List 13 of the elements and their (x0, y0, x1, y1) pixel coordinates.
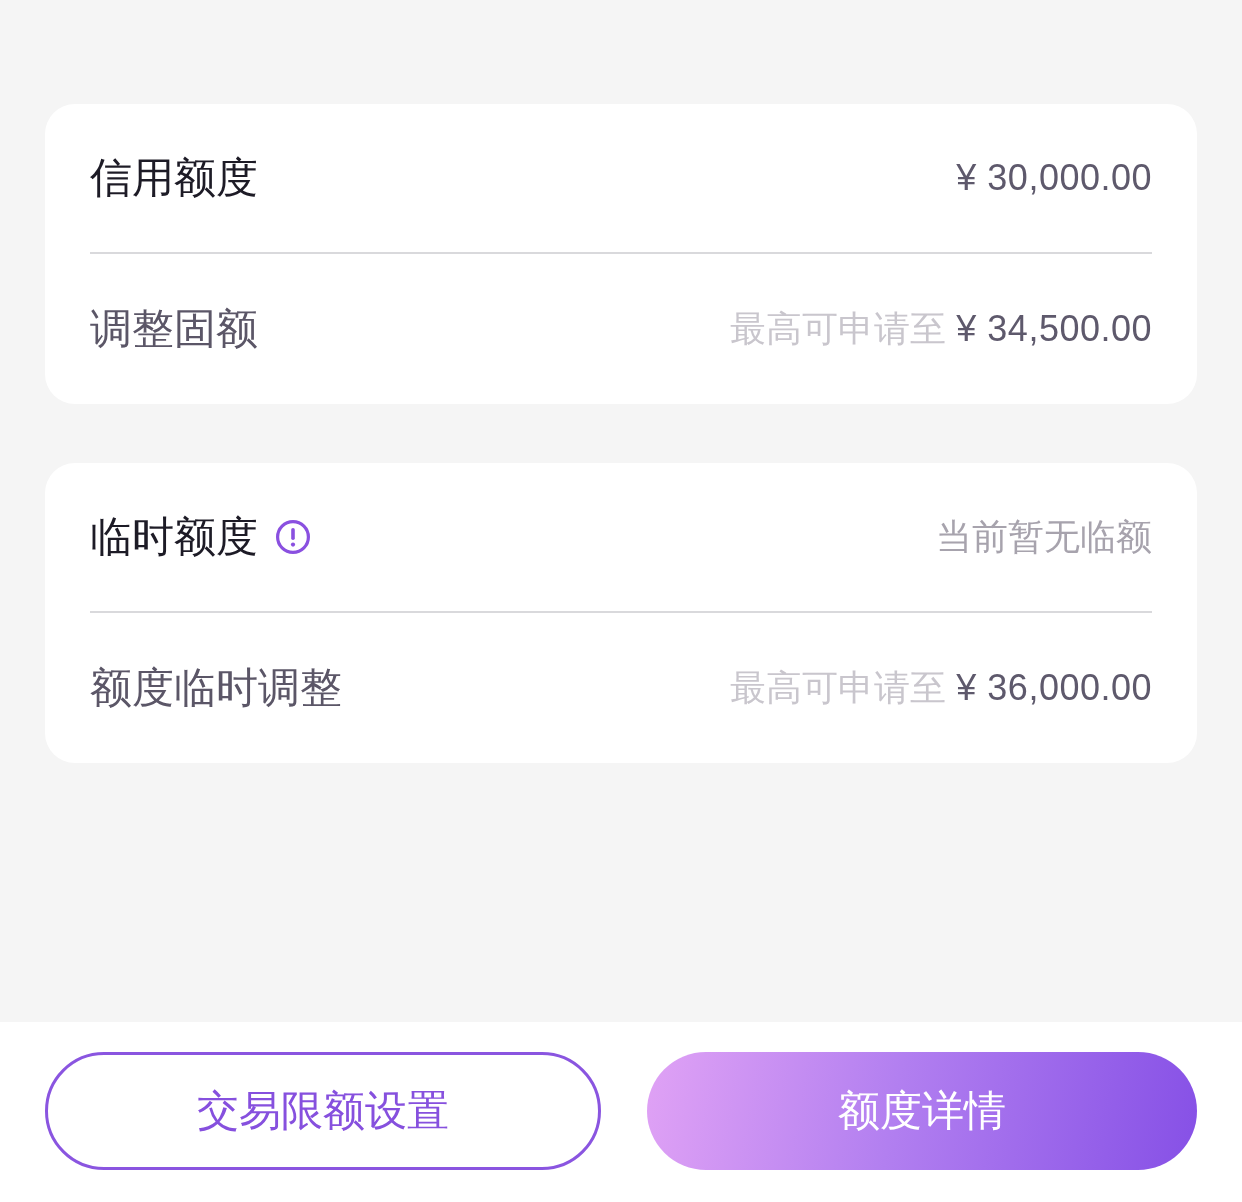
action-button[interactable]: 额度详情 (647, 1052, 1197, 1170)
amount-value: ¥ 30,000.00 (956, 157, 1152, 199)
action-button[interactable]: 交易限额设置 (45, 1052, 601, 1170)
amount-value: ¥ 34,500.00 (956, 308, 1152, 350)
status-text: 当前暂无临额 (936, 514, 1152, 559)
row-label: 额度临时调整 (90, 662, 342, 713)
row-label: 调整固额 (90, 303, 258, 354)
exclamation-icon[interactable] (276, 520, 310, 554)
row-label: 临时额度 (90, 511, 258, 562)
amount-value: ¥ 36,000.00 (956, 667, 1152, 709)
row-label: 信用额度 (90, 152, 258, 203)
limit-hint: 最高可申请至 (730, 665, 947, 710)
limit-hint: 最高可申请至 (730, 306, 947, 351)
